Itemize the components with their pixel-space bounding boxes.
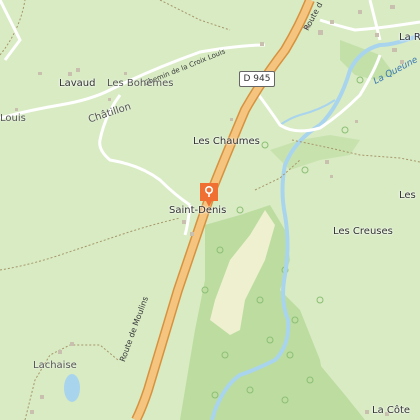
location-pin-icon[interactable] [198,181,220,208]
place-label-la-cote[interactable]: La Côte [372,405,410,416]
forest-area [300,365,365,420]
pond [64,374,80,402]
map-view[interactable]: Route de Moulins Route d Chemin de la Cr… [0,0,420,420]
place-label-la-r[interactable]: La R [399,32,420,43]
place-label-lavaud[interactable]: Lavaud [59,78,95,89]
place-label-les-creuses[interactable]: Les Creuses [333,226,393,237]
place-label-les-right[interactable]: Les [399,190,416,201]
place-label-louis[interactable]: Louis [0,113,26,124]
place-label-lachaise[interactable]: Lachaise [33,360,77,371]
stream [279,99,336,126]
place-label-les-bohemes[interactable]: Les Bohèmes [107,78,174,89]
place-label-les-chaumes[interactable]: Les Chaumes [193,136,260,147]
route-badge-d945: D 945 [239,71,275,87]
